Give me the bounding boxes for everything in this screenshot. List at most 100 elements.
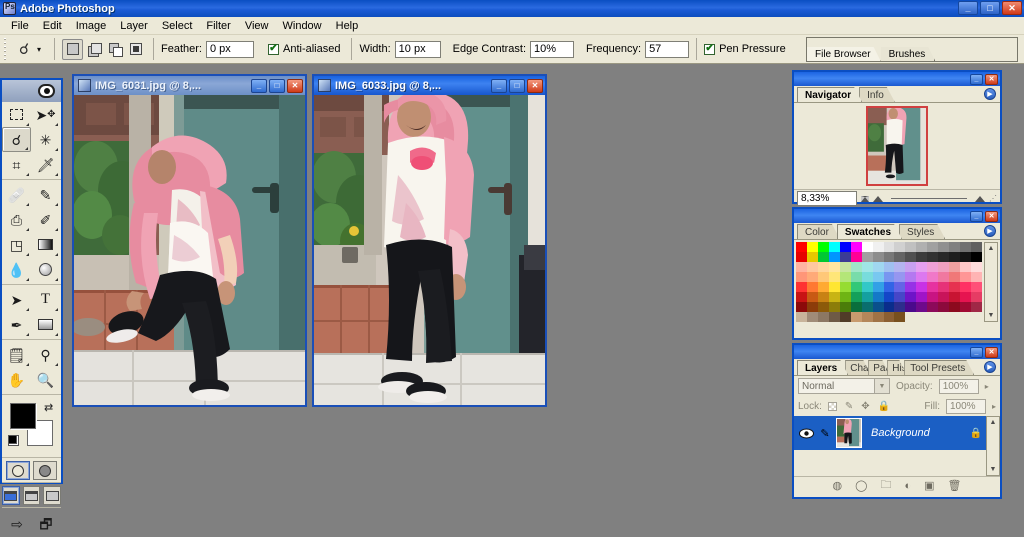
color-swatch[interactable]	[938, 312, 950, 322]
brush-icon[interactable]: ✎	[817, 426, 833, 440]
color-swatch[interactable]	[971, 242, 982, 252]
foreground-color-swatch[interactable]	[10, 403, 36, 429]
color-swatch[interactable]	[872, 292, 884, 302]
navigator-menu-icon[interactable]: ▶	[984, 88, 996, 100]
color-swatch[interactable]	[850, 242, 862, 252]
color-swatch[interactable]	[949, 272, 961, 282]
history-brush-tool[interactable]: ✐	[31, 207, 60, 232]
jump-to-imageready-icon[interactable]: ⇨	[4, 511, 30, 536]
color-swatch[interactable]	[916, 272, 928, 282]
color-swatch[interactable]	[796, 252, 807, 262]
color-swatch[interactable]	[916, 252, 928, 262]
dodge-tool[interactable]	[31, 257, 60, 282]
color-swatch[interactable]	[960, 252, 972, 262]
color-swatch[interactable]	[927, 272, 939, 282]
layers-minimize-button[interactable]: _	[970, 346, 983, 358]
adjustment-layer-icon[interactable]: ◐	[904, 480, 911, 492]
clone-stamp-tool[interactable]: ⎙	[2, 207, 31, 232]
color-swatch[interactable]	[960, 262, 972, 272]
color-swatch[interactable]	[861, 272, 873, 282]
color-swatch[interactable]	[916, 282, 928, 292]
color-swatch[interactable]	[938, 272, 950, 282]
color-swatch[interactable]	[883, 282, 895, 292]
menu-window[interactable]: Window	[276, 19, 329, 33]
color-swatch[interactable]	[938, 292, 950, 302]
color-swatch[interactable]	[839, 272, 851, 282]
color-swatch[interactable]	[938, 242, 950, 252]
menu-view[interactable]: View	[238, 19, 276, 33]
color-swatch[interactable]	[806, 272, 818, 282]
tab-styles[interactable]: Styles	[899, 224, 945, 239]
color-swatch[interactable]	[883, 242, 895, 252]
lasso-tool[interactable]: ☌	[2, 127, 31, 152]
swatches-scrollbar[interactable]: ▲ ▼	[984, 242, 998, 322]
lock-pixels-icon[interactable]: ✎	[845, 401, 853, 412]
document-1-close-button[interactable]: ✕	[287, 78, 303, 93]
color-swatch[interactable]	[817, 242, 829, 252]
layer-mask-icon[interactable]: ◯	[855, 479, 867, 492]
document-1-canvas[interactable]	[74, 95, 305, 405]
layer-style-icon[interactable]: ◍	[833, 479, 843, 492]
navigator-titlebar[interactable]: _ ✕	[794, 72, 1000, 86]
color-swatch[interactable]	[916, 312, 928, 322]
color-swatch[interactable]	[817, 302, 829, 312]
color-swatch[interactable]	[905, 282, 917, 292]
lock-position-icon[interactable]: ✥	[861, 401, 869, 412]
color-swatch[interactable]	[828, 272, 840, 282]
color-swatch[interactable]	[949, 312, 961, 322]
color-swatch[interactable]	[905, 312, 917, 322]
color-swatch[interactable]	[850, 302, 862, 312]
color-swatch[interactable]	[796, 282, 807, 292]
color-swatch[interactable]	[872, 262, 884, 272]
color-swatch[interactable]	[949, 302, 961, 312]
color-swatch[interactable]	[938, 282, 950, 292]
color-swatch[interactable]	[796, 262, 807, 272]
app-close-button[interactable]: ✕	[1002, 1, 1022, 15]
color-swatch[interactable]	[883, 252, 895, 262]
color-swatch[interactable]	[894, 242, 906, 252]
document-1-maximize-button[interactable]: □	[269, 78, 285, 93]
color-swatch[interactable]	[817, 252, 829, 262]
full-screen-with-menubar-button[interactable]	[22, 486, 41, 505]
color-swatch[interactable]	[894, 262, 906, 272]
color-swatch[interactable]	[817, 282, 829, 292]
color-swatch[interactable]	[828, 292, 840, 302]
blur-tool[interactable]: 💧	[2, 257, 31, 282]
color-swatch[interactable]	[905, 242, 917, 252]
color-swatch[interactable]	[894, 312, 906, 322]
color-swatch[interactable]	[949, 252, 961, 262]
eraser-tool[interactable]: ◳	[2, 232, 31, 257]
pen-pressure-checkbox[interactable]: ✔ Pen Pressure	[704, 43, 790, 55]
palette-well-tab-file-browser[interactable]: File Browser	[807, 47, 881, 61]
zoom-slider-handle[interactable]	[873, 195, 883, 202]
intersect-with-selection-button[interactable]	[125, 39, 146, 60]
app-maximize-button[interactable]: □	[980, 1, 1000, 15]
color-swatch[interactable]	[806, 252, 818, 262]
color-swatch[interactable]	[872, 242, 884, 252]
color-swatch[interactable]	[850, 312, 862, 322]
swatches-menu-icon[interactable]: ▶	[984, 225, 996, 237]
color-swatch[interactable]	[927, 252, 939, 262]
magic-wand-tool[interactable]: ✳	[31, 127, 60, 152]
document-window-2[interactable]: IMG_6033.jpg @ 8,... _ □ ✕	[312, 74, 547, 407]
color-swatch[interactable]	[839, 312, 851, 322]
color-swatch[interactable]	[949, 282, 961, 292]
color-swatch[interactable]	[960, 282, 972, 292]
color-swatch[interactable]	[905, 292, 917, 302]
lock-transparency-icon[interactable]	[827, 401, 837, 411]
blend-mode-select[interactable]: Normal ▼	[798, 378, 890, 394]
layers-scrollbar[interactable]: ▲ ▼	[986, 416, 1000, 476]
color-swatch[interactable]	[828, 262, 840, 272]
color-swatch[interactable]	[883, 272, 895, 282]
zoom-level-input[interactable]: 8,33%	[797, 191, 857, 206]
gradient-tool[interactable]	[31, 232, 60, 257]
new-selection-button[interactable]	[62, 38, 84, 60]
color-swatch[interactable]	[872, 312, 884, 322]
color-swatch[interactable]	[861, 252, 873, 262]
color-swatch[interactable]	[938, 302, 950, 312]
new-layer-icon[interactable]: ▣	[924, 479, 934, 492]
standard-mode-button[interactable]	[6, 461, 30, 480]
color-swatch[interactable]	[850, 292, 862, 302]
color-swatch[interactable]	[817, 292, 829, 302]
tool-preset-chevron-down-icon[interactable]: ▾	[37, 45, 41, 54]
